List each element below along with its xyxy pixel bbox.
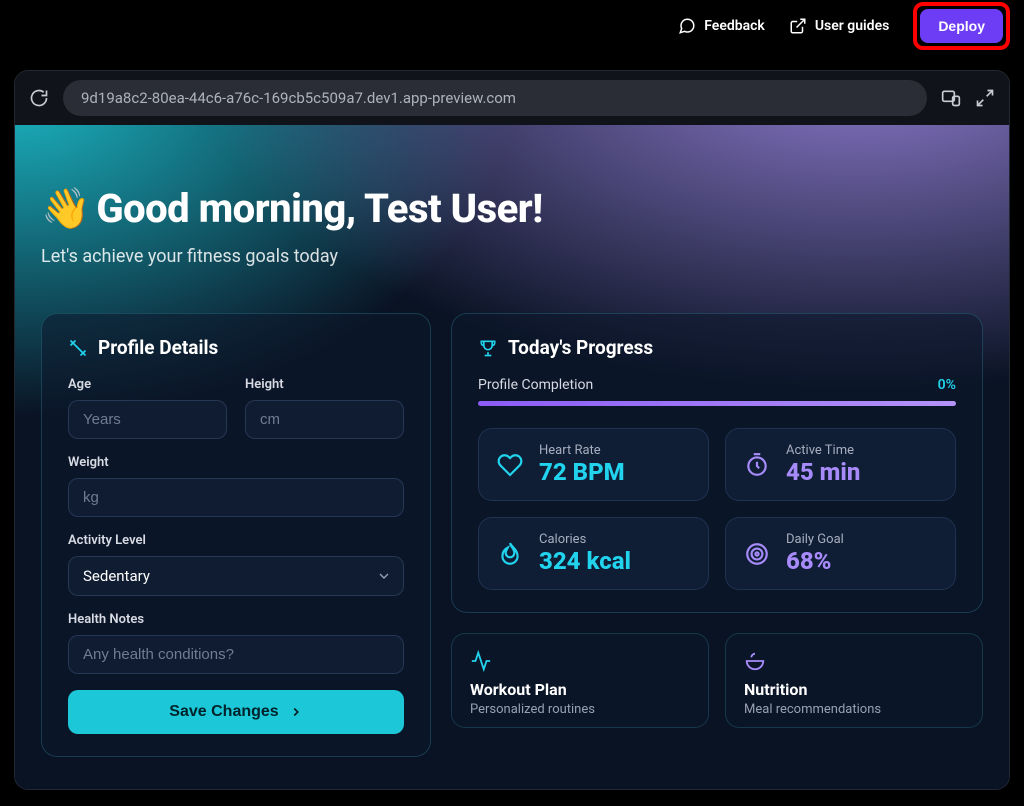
activity-label: Activity Level — [68, 533, 404, 548]
page-title-text: Good morning, Test User! — [96, 185, 542, 232]
height-field-wrap: Height — [245, 377, 404, 439]
bottom-cards: Workout Plan Personalized routines Nutri… — [451, 633, 983, 728]
stat-heart-label: Heart Rate — [539, 443, 625, 458]
topbar: Feedback User guides Deploy — [0, 0, 1024, 52]
stat-daily-goal: Daily Goal 68% — [725, 517, 956, 590]
save-button-label: Save Changes — [169, 703, 278, 721]
workout-card[interactable]: Workout Plan Personalized routines — [451, 633, 709, 728]
devices-icon[interactable] — [941, 88, 961, 108]
stat-heart-rate: Heart Rate 72 BPM — [478, 428, 709, 501]
save-button[interactable]: Save Changes — [68, 690, 404, 734]
right-column: Today's Progress Profile Completion 0% H… — [451, 313, 983, 757]
profile-panel-title-text: Profile Details — [98, 336, 218, 359]
stat-active-value: 45 min — [786, 458, 860, 486]
weight-input[interactable] — [68, 478, 404, 517]
progress-panel-title-text: Today's Progress — [508, 336, 653, 359]
stat-goal-label: Daily Goal — [786, 532, 844, 547]
notes-field-wrap: Health Notes — [68, 612, 404, 674]
user-guides-link[interactable]: User guides — [789, 17, 889, 35]
notes-label: Health Notes — [68, 612, 404, 627]
stat-calories-value: 324 kcal — [539, 547, 631, 575]
progress-panel: Today's Progress Profile Completion 0% H… — [451, 313, 983, 613]
age-label: Age — [68, 377, 227, 392]
reload-icon[interactable] — [29, 88, 49, 108]
age-field-wrap: Age — [68, 377, 227, 439]
workout-sub: Personalized routines — [470, 702, 690, 717]
profile-panel: Profile Details Age Height Weight — [41, 313, 431, 757]
nutrition-card[interactable]: Nutrition Meal recommendations — [725, 633, 983, 728]
stat-goal-value: 68% — [786, 547, 844, 575]
chevron-right-icon — [289, 705, 303, 719]
feedback-label: Feedback — [704, 18, 765, 34]
external-link-icon — [789, 17, 807, 35]
profile-completion-bar — [478, 401, 956, 406]
feedback-link[interactable]: Feedback — [678, 17, 765, 35]
app-canvas: 👋 Good morning, Test User! Let's achieve… — [15, 125, 1009, 789]
progress-panel-title: Today's Progress — [478, 336, 956, 359]
notes-input[interactable] — [68, 635, 404, 674]
timer-icon — [744, 452, 770, 478]
url-bar: 9d19a8c2-80ea-44c6-a76c-169cb5c509a7.dev… — [15, 71, 1009, 125]
deploy-button[interactable]: Deploy — [920, 9, 1003, 43]
weight-field-wrap: Weight — [68, 455, 404, 517]
height-label: Height — [245, 377, 404, 392]
page-subtitle: Let's achieve your fitness goals today — [41, 246, 983, 267]
deploy-highlight: Deploy — [913, 2, 1010, 50]
url-text: 9d19a8c2-80ea-44c6-a76c-169cb5c509a7.dev… — [81, 89, 516, 107]
profile-completion-row: Profile Completion 0% — [478, 377, 956, 393]
wave-emoji: 👋 — [41, 185, 90, 232]
heart-icon — [497, 452, 523, 478]
profile-completion-value: 0% — [938, 377, 956, 393]
stats-grid: Heart Rate 72 BPM Active Time 45 min — [478, 428, 956, 590]
target-icon — [744, 541, 770, 567]
stat-active-label: Active Time — [786, 443, 860, 458]
stat-calories-label: Calories — [539, 532, 631, 547]
page-title: 👋 Good morning, Test User! — [41, 185, 983, 232]
dumbbell-icon — [68, 338, 88, 358]
age-input[interactable] — [68, 400, 227, 439]
profile-completion-label: Profile Completion — [478, 377, 593, 393]
activity-select[interactable]: Sedentary — [68, 556, 404, 596]
workout-title: Workout Plan — [470, 680, 690, 699]
stat-heart-value: 72 BPM — [539, 458, 625, 486]
nutrition-title: Nutrition — [744, 680, 964, 699]
activity-field-wrap: Activity Level Sedentary — [68, 533, 404, 596]
flame-icon — [497, 541, 523, 567]
weight-label: Weight — [68, 455, 404, 470]
chat-icon — [678, 17, 696, 35]
height-input[interactable] — [245, 400, 404, 439]
stat-calories: Calories 324 kcal — [478, 517, 709, 590]
stat-active-time: Active Time 45 min — [725, 428, 956, 501]
profile-panel-title: Profile Details — [68, 336, 404, 359]
nutrition-sub: Meal recommendations — [744, 702, 964, 717]
preview-frame: 9d19a8c2-80ea-44c6-a76c-169cb5c509a7.dev… — [14, 70, 1010, 790]
main-grid: Profile Details Age Height Weight — [41, 313, 983, 757]
url-field[interactable]: 9d19a8c2-80ea-44c6-a76c-169cb5c509a7.dev… — [63, 80, 927, 116]
bowl-icon — [744, 650, 766, 672]
expand-icon[interactable] — [975, 88, 995, 108]
user-guides-label: User guides — [815, 18, 889, 34]
trophy-icon — [478, 338, 498, 358]
activity-icon — [470, 650, 492, 672]
